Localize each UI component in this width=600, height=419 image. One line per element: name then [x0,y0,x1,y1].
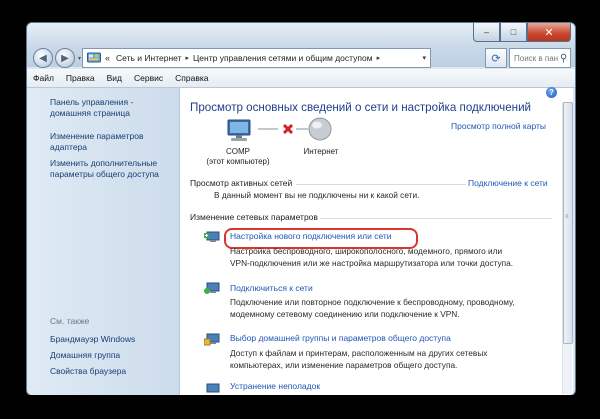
internet-label: Интернет [303,147,339,156]
new-connection-link[interactable]: Настройка нового подключения или сети [230,231,392,241]
homegroup-link[interactable]: Выбор домашней группы и параметров общег… [230,333,451,343]
search-box[interactable]: ⚲ [509,48,571,68]
full-map-link[interactable]: Просмотр полной карты [451,121,546,131]
address-root-chevron[interactable]: « [105,53,110,63]
navigation-buttons: ◀ ▶ ▾ [33,48,86,68]
close-button[interactable]: ✕ [527,23,571,42]
scrollbar-grip-icon: ≡ [565,214,569,220]
globe-icon [308,117,332,141]
breadcrumb-separator-icon[interactable]: ▸ [377,54,381,62]
minimize-button[interactable]: – [473,23,500,42]
sidebar-home-line2: домашняя страница [50,108,130,118]
menu-bar: Файл Правка Вид Сервис Справка [27,69,575,88]
scrollbar-thumb[interactable] [563,102,573,344]
window-controls: – □ ✕ [473,23,571,42]
sidebar-link-adapter[interactable]: Изменение параметров адаптера [50,131,143,153]
sidebar-link-sharing[interactable]: Изменить дополнительные параметры общего… [50,158,159,180]
menu-help[interactable]: Справка [169,73,214,83]
forward-arrow-icon: ▶ [61,52,69,64]
homegroup-icon [204,333,220,346]
active-networks-title: Просмотр активных сетей [190,178,293,188]
sidebar-link-firewall[interactable]: Брандмауэр Windows [50,334,135,345]
section-divider [296,184,466,185]
sidebar-link-browser-properties[interactable]: Свойства браузера [50,366,126,377]
menu-edit[interactable]: Правка [60,73,101,83]
homegroup-desc-line1: Доступ к файлам и принтерам, расположенн… [230,348,488,358]
refresh-button[interactable]: ⟳ [485,48,507,68]
connect-network-desc-line2: модемному сетевому соединению или подклю… [230,309,460,319]
connect-network-icon [204,282,220,294]
sidebar-link-home[interactable]: Панель управления - домашняя страница [50,97,133,119]
breadcrumb-network-center[interactable]: Центр управления сетями и общим доступом [193,53,373,63]
section-divider [320,218,552,219]
back-button[interactable]: ◀ [33,48,53,68]
back-arrow-icon: ◀ [39,52,47,64]
new-connection-desc-line1: Настройка беспроводного, широкополосного… [230,246,503,256]
computer-this-label: (этот компьютер) [206,157,270,166]
network-map [227,117,332,141]
not-connected-text: В данный момент вы не подключены ни к ка… [214,190,420,200]
menu-file[interactable]: Файл [27,73,60,83]
sidebar-link-homegroup[interactable]: Домашняя группа [50,350,120,361]
new-connection-icon [204,231,220,242]
menu-view[interactable]: Вид [101,73,128,83]
menu-tools[interactable]: Сервис [128,73,169,83]
connect-to-network-link[interactable]: Подключение к сети [468,178,548,188]
computer-name-label: COMP [226,147,250,156]
change-settings-title: Изменение сетевых параметров [190,212,318,222]
forward-button[interactable]: ▶ [55,48,75,68]
refresh-icon: ⟳ [491,52,501,65]
help-icon[interactable]: ? [546,87,557,98]
address-bar[interactable]: « Сеть и Интернет ▸ Центр управления сет… [82,48,431,68]
sidebar-home-line1: Панель управления - [50,97,134,107]
address-dropdown-icon[interactable]: ▾ [422,54,426,62]
sidebar-sharing-line1: Изменить дополнительные [50,158,158,168]
red-x-icon [282,123,294,135]
search-icon: ⚲ [560,52,568,64]
connect-network-link[interactable]: Подключиться к сети [230,283,313,293]
connect-network-desc-line1: Подключение или повторное подключение к … [230,297,515,307]
sidebar-sharing-line2: параметры общего доступа [50,169,159,179]
see-also-heading: См. также [50,316,90,326]
breadcrumb-network-internet[interactable]: Сеть и Интернет [116,53,181,63]
troubleshoot-link[interactable]: Устранение неполадок [230,381,320,391]
homegroup-desc-line2: компьютерах, или изменение параметров об… [230,360,458,370]
page-title: Просмотр основных сведений о сети и наст… [190,101,532,114]
maximize-button[interactable]: □ [500,23,527,42]
sidebar-adapter-line2: адаптера [50,142,87,152]
sidebar-adapter-line1: Изменение параметров [50,131,144,141]
search-input[interactable] [510,52,560,64]
breadcrumb-separator-icon[interactable]: ▸ [185,54,189,62]
new-connection-desc-line2: VPN-подключения или же настройка маршрут… [230,258,514,268]
computer-icon [227,119,251,141]
bottom-band [0,395,600,419]
control-panel-icon [87,52,101,63]
